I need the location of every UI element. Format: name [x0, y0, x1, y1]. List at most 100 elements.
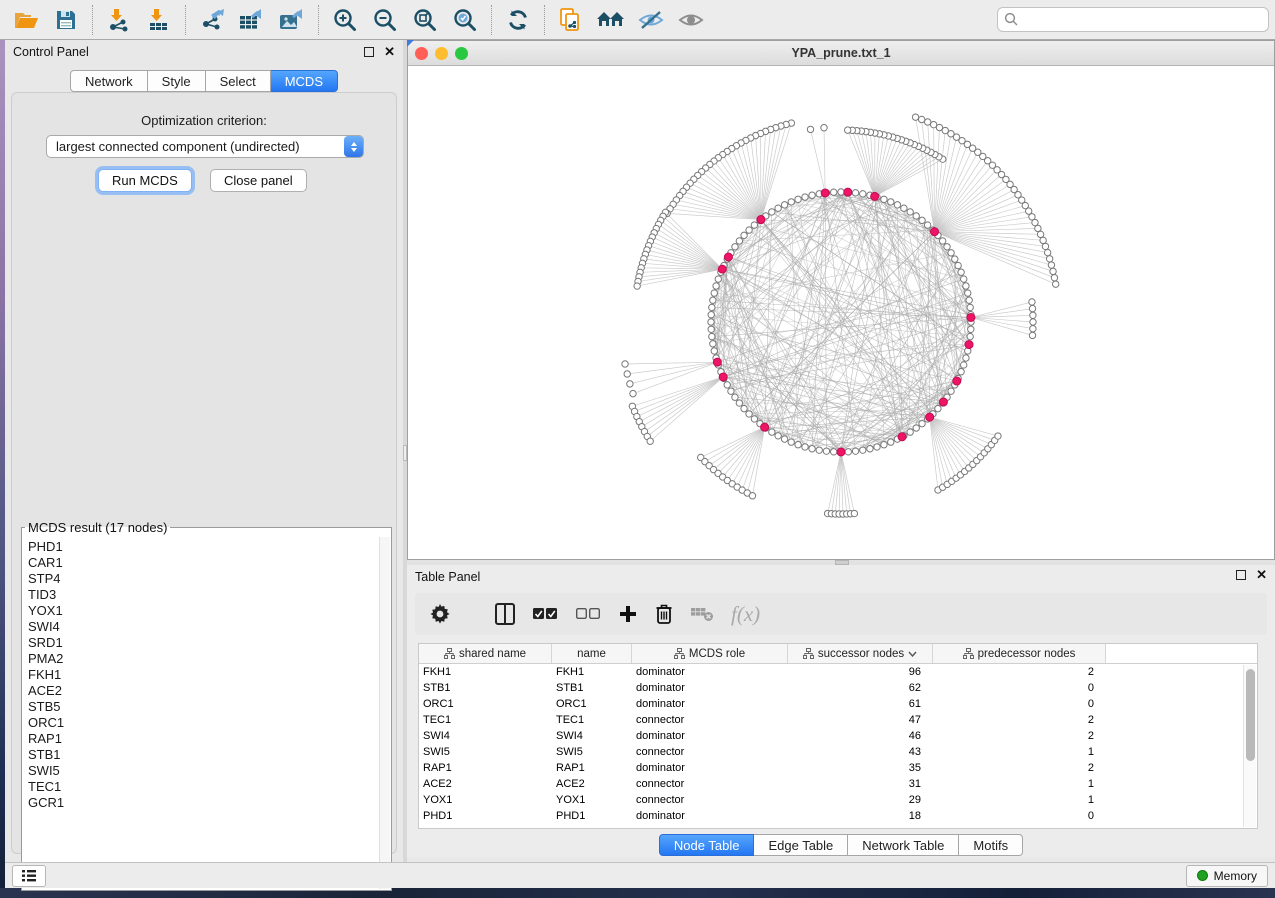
- tab-mcds[interactable]: MCDS: [271, 70, 338, 92]
- import-table-button[interactable]: [139, 3, 179, 37]
- cell-MCDS-role[interactable]: connector: [632, 744, 788, 760]
- float-panel-icon[interactable]: [1236, 570, 1246, 580]
- cell-shared-name[interactable]: SWI4: [419, 728, 552, 744]
- cell-MCDS-role[interactable]: dominator: [632, 664, 788, 680]
- column-header-successor-nodes[interactable]: successor nodes: [788, 644, 933, 663]
- mcds-result-item[interactable]: YOX1: [28, 603, 379, 619]
- table-row[interactable]: YOX1YOX1connector291: [419, 792, 1257, 808]
- deselect-all-button[interactable]: [575, 599, 601, 629]
- zoom-fit-button[interactable]: [405, 3, 445, 37]
- mcds-result-item[interactable]: ACE2: [28, 683, 379, 699]
- zoom-in-button[interactable]: [325, 3, 365, 37]
- cell-successor-nodes[interactable]: 43: [788, 744, 933, 760]
- float-panel-icon[interactable]: [364, 47, 374, 57]
- show-columns-button[interactable]: [495, 599, 515, 629]
- zoom-selected-button[interactable]: [445, 3, 485, 37]
- mcds-result-item[interactable]: PHD1: [28, 539, 379, 555]
- table-row[interactable]: ORC1ORC1dominator610: [419, 696, 1257, 712]
- column-header-shared-name[interactable]: shared name: [419, 644, 552, 663]
- mcds-result-item[interactable]: RAP1: [28, 731, 379, 747]
- cell-name[interactable]: SWI4: [552, 728, 632, 744]
- status-menu-button[interactable]: [12, 865, 46, 887]
- cell-successor-nodes[interactable]: 96: [788, 664, 933, 680]
- cell-MCDS-role[interactable]: dominator: [632, 808, 788, 824]
- table-row[interactable]: ACE2ACE2connector311: [419, 776, 1257, 792]
- mcds-result-item[interactable]: SWI4: [28, 619, 379, 635]
- open-file-button[interactable]: [6, 3, 46, 37]
- export-image-button[interactable]: [272, 3, 312, 37]
- mcds-result-list[interactable]: PHD1CAR1STP4TID3YOX1SWI4SRD1PMA2FKH1ACE2…: [23, 537, 379, 889]
- cell-predecessor-nodes[interactable]: 2: [933, 728, 1106, 744]
- optimization-criterion-select[interactable]: largest connected component (undirected): [46, 135, 364, 158]
- cell-predecessor-nodes[interactable]: 1: [933, 744, 1106, 760]
- cell-successor-nodes[interactable]: 35: [788, 760, 933, 776]
- cell-MCDS-role[interactable]: connector: [632, 712, 788, 728]
- mcds-result-item[interactable]: STP4: [28, 571, 379, 587]
- cell-shared-name[interactable]: ORC1: [419, 696, 552, 712]
- cell-shared-name[interactable]: TEC1: [419, 712, 552, 728]
- table-options-button[interactable]: [429, 599, 451, 629]
- cell-name[interactable]: ORC1: [552, 696, 632, 712]
- cell-predecessor-nodes[interactable]: 0: [933, 808, 1106, 824]
- cell-name[interactable]: SWI5: [552, 744, 632, 760]
- mcds-result-item[interactable]: SRD1: [28, 635, 379, 651]
- cell-name[interactable]: FKH1: [552, 664, 632, 680]
- tab-network[interactable]: Network: [70, 70, 148, 92]
- cell-successor-nodes[interactable]: 29: [788, 792, 933, 808]
- cell-shared-name[interactable]: PHD1: [419, 808, 552, 824]
- cell-successor-nodes[interactable]: 47: [788, 712, 933, 728]
- mcds-result-item[interactable]: PMA2: [28, 651, 379, 667]
- cell-shared-name[interactable]: RAP1: [419, 760, 552, 776]
- export-table-button[interactable]: [232, 3, 272, 37]
- mcds-result-item[interactable]: STB1: [28, 747, 379, 763]
- cell-shared-name[interactable]: STB1: [419, 680, 552, 696]
- cell-predecessor-nodes[interactable]: 1: [933, 776, 1106, 792]
- cell-successor-nodes[interactable]: 31: [788, 776, 933, 792]
- mcds-result-item[interactable]: CAR1: [28, 555, 379, 571]
- cell-successor-nodes[interactable]: 18: [788, 808, 933, 824]
- cell-name[interactable]: PHD1: [552, 808, 632, 824]
- close-panel-icon[interactable]: ✕: [384, 47, 395, 57]
- cell-predecessor-nodes[interactable]: 0: [933, 680, 1106, 696]
- new-network-button[interactable]: [551, 3, 591, 37]
- tab-select[interactable]: Select: [206, 70, 271, 92]
- cell-successor-nodes[interactable]: 62: [788, 680, 933, 696]
- export-network-button[interactable]: [192, 3, 232, 37]
- show-all-button[interactable]: [671, 3, 711, 37]
- cell-shared-name[interactable]: SWI5: [419, 744, 552, 760]
- add-column-button[interactable]: [618, 599, 638, 629]
- cell-successor-nodes[interactable]: 46: [788, 728, 933, 744]
- network-graph-canvas[interactable]: [408, 66, 1274, 559]
- cell-predecessor-nodes[interactable]: 0: [933, 696, 1106, 712]
- import-network-button[interactable]: [99, 3, 139, 37]
- mcds-result-item[interactable]: FKH1: [28, 667, 379, 683]
- column-header-predecessor-nodes[interactable]: predecessor nodes: [933, 644, 1106, 663]
- save-session-button[interactable]: [46, 3, 86, 37]
- run-mcds-button[interactable]: Run MCDS: [98, 169, 192, 192]
- cell-shared-name[interactable]: ACE2: [419, 776, 552, 792]
- delete-column-button[interactable]: [655, 599, 673, 629]
- cell-MCDS-role[interactable]: dominator: [632, 696, 788, 712]
- cell-name[interactable]: STB1: [552, 680, 632, 696]
- search-box[interactable]: [997, 7, 1269, 32]
- mcds-result-scrollbar[interactable]: [379, 537, 390, 889]
- select-all-button[interactable]: [532, 599, 558, 629]
- column-header-MCDS-role[interactable]: MCDS role: [632, 644, 788, 663]
- scrollbar-thumb[interactable]: [1246, 669, 1255, 761]
- cell-MCDS-role[interactable]: connector: [632, 792, 788, 808]
- mcds-result-item[interactable]: ORC1: [28, 715, 379, 731]
- mcds-result-item[interactable]: GCR1: [28, 795, 379, 811]
- table-row[interactable]: SWI5SWI5connector431: [419, 744, 1257, 760]
- close-panel-button[interactable]: Close panel: [210, 169, 307, 192]
- table-scrollbar[interactable]: [1243, 665, 1256, 827]
- table-row[interactable]: PHD1PHD1dominator180: [419, 808, 1257, 824]
- cell-shared-name[interactable]: YOX1: [419, 792, 552, 808]
- tab-edge-table[interactable]: Edge Table: [754, 834, 848, 856]
- table-row[interactable]: FKH1FKH1dominator962: [419, 664, 1257, 680]
- table-row[interactable]: RAP1RAP1dominator352: [419, 760, 1257, 776]
- tab-motifs[interactable]: Motifs: [959, 834, 1023, 856]
- table-row[interactable]: STB1STB1dominator620: [419, 680, 1257, 696]
- tab-network-table[interactable]: Network Table: [848, 834, 959, 856]
- column-header-name[interactable]: name: [552, 644, 632, 663]
- cell-predecessor-nodes[interactable]: 1: [933, 792, 1106, 808]
